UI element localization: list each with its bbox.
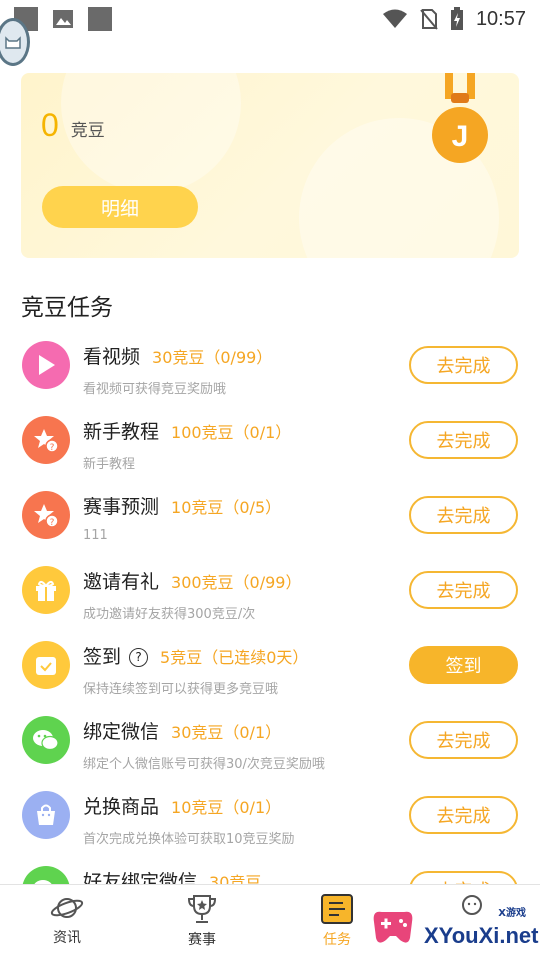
star-question-icon: ? <box>22 416 70 464</box>
medal-icon: J <box>432 73 488 163</box>
tab-matches[interactable]: 赛事 <box>157 893 247 949</box>
watermark-small-text: X游戏 <box>498 908 526 919</box>
gamepad-icon <box>373 911 413 943</box>
tab-label: 赛事 <box>188 932 216 948</box>
trophy-icon <box>187 895 217 923</box>
no-sim-icon <box>420 9 438 30</box>
checkin-button[interactable]: 签到 <box>409 646 518 684</box>
points-card: 0 竞豆 明细 J <box>21 73 519 258</box>
task-item-bind-wechat: 绑定微信 30竞豆（0/1） 绑定个人微信账号可获得30/次竞豆奖励哦 去完成 <box>0 705 540 780</box>
task-item-checkin: 签到? 5竞豆（已连续0天） 保持连续签到可以获得更多竞豆哦 签到 <box>0 630 540 705</box>
medal-letter: J <box>452 120 469 153</box>
task-name: 赛事预测 <box>83 496 160 518</box>
task-complete-button[interactable]: 去完成 <box>409 346 518 384</box>
task-title: 签到? 5竞豆（已连续0天） <box>83 642 308 669</box>
cat-face-icon <box>5 36 21 49</box>
task-description: 绑定个人微信账号可获得30/次竞豆奖励哦 <box>83 757 325 772</box>
svg-text:?: ? <box>50 443 55 453</box>
task-complete-button[interactable]: 去完成 <box>409 496 518 534</box>
task-title: 赛事预测 10竞豆（0/5） <box>83 492 281 519</box>
task-complete-button[interactable]: 去完成 <box>409 871 518 885</box>
task-name: 新手教程 <box>83 421 160 443</box>
shopping-bag-icon <box>22 791 70 839</box>
image-icon <box>53 10 73 28</box>
task-reward: 30竞豆（0/99） <box>152 348 273 367</box>
task-list-icon <box>321 894 353 924</box>
task-reward: 5竞豆（已连续0天） <box>160 648 309 667</box>
play-icon <box>22 341 70 389</box>
help-icon[interactable]: ? <box>129 647 149 667</box>
task-title: 邀请有礼 300竞豆（0/99） <box>83 567 302 594</box>
task-name: 好友绑定微信 <box>83 871 198 885</box>
floating-avatar[interactable] <box>0 18 30 66</box>
task-reward: 300竞豆（0/99） <box>171 573 302 592</box>
watermark-text: XYouXi.net <box>424 923 539 948</box>
task-description: 首次完成兑换体验可获取10竞豆奖励 <box>83 832 295 847</box>
task-name: 邀请有礼 <box>83 571 160 593</box>
task-name: 看视频 <box>83 346 141 368</box>
points-summary: 0 竞豆 <box>41 107 105 144</box>
task-reward: 10竞豆（0/5） <box>171 498 282 517</box>
task-complete-button[interactable]: 去完成 <box>409 571 518 609</box>
status-bar: 10:57 <box>0 0 540 38</box>
task-reward: 100竞豆（0/1） <box>171 423 292 442</box>
battery-charging-icon <box>450 7 463 30</box>
notification-icon <box>88 7 112 31</box>
task-reward: 10竞豆（0/1） <box>171 798 282 817</box>
watermark-logo: XYouXi.net X游戏 <box>368 896 540 960</box>
points-unit: 竞豆 <box>70 121 105 141</box>
task-name: 绑定微信 <box>83 721 160 743</box>
task-title: 好友绑定微信 30竞豆 <box>83 867 261 885</box>
wechat-icon <box>22 716 70 764</box>
tab-label: 任务 <box>323 932 351 948</box>
tab-news[interactable]: 资讯 <box>22 893 112 947</box>
task-description: 新手教程 <box>83 457 136 472</box>
task-description: 111 <box>83 528 108 543</box>
task-description: 保持连续签到可以获得更多竞豆哦 <box>83 682 279 697</box>
detail-button[interactable]: 明细 <box>42 186 198 228</box>
status-notification-icons <box>14 7 112 31</box>
task-description: 看视频可获得竞豆奖励哦 <box>83 382 227 397</box>
star-question-icon: ? <box>22 491 70 539</box>
task-complete-button[interactable]: 去完成 <box>409 721 518 759</box>
section-title: 竞豆任务 <box>21 295 113 321</box>
task-complete-button[interactable]: 去完成 <box>409 796 518 834</box>
task-item-watch-video: 看视频 30竞豆（0/99） 看视频可获得竞豆奖励哦 去完成 <box>0 330 540 405</box>
task-title: 看视频 30竞豆（0/99） <box>83 342 272 369</box>
svg-text:?: ? <box>50 518 55 528</box>
task-name: 兑换商品 <box>83 796 160 818</box>
task-title: 兑换商品 10竞豆（0/1） <box>83 792 281 819</box>
status-time: 10:57 <box>475 7 526 30</box>
task-title: 绑定微信 30竞豆（0/1） <box>83 717 281 744</box>
task-item-invite: 邀请有礼 300竞豆（0/99） 成功邀请好友获得300竞豆/次 去完成 <box>0 555 540 630</box>
task-reward: 30竞豆（0/1） <box>171 723 282 742</box>
gift-icon <box>22 566 70 614</box>
task-item-redeem: 兑换商品 10竞豆（0/1） 首次完成兑换体验可获取10竞豆奖励 去完成 <box>0 780 540 855</box>
planet-icon <box>50 898 84 918</box>
task-title: 新手教程 100竞豆（0/1） <box>83 417 291 444</box>
task-item-prediction: ? 赛事预测 10竞豆（0/5） 111 去完成 <box>0 480 540 555</box>
task-list: 看视频 30竞豆（0/99） 看视频可获得竞豆奖励哦 去完成 ? 新手教程 100竞… <box>0 330 540 885</box>
task-description: 成功邀请好友获得300竞豆/次 <box>83 607 256 622</box>
status-system-icons: 10:57 <box>382 7 526 31</box>
points-value: 0 <box>41 107 59 143</box>
task-item-tutorial: ? 新手教程 100竞豆（0/1） 新手教程 去完成 <box>0 405 540 480</box>
tab-label: 资讯 <box>53 930 81 946</box>
calendar-check-icon <box>22 641 70 689</box>
wechat-icon <box>22 866 70 885</box>
wifi-icon <box>382 9 407 28</box>
task-item-friend-wechat: 好友绑定微信30竞豆 去完成 <box>0 855 540 885</box>
task-complete-button[interactable]: 去完成 <box>409 421 518 459</box>
task-name: 签到 <box>83 646 122 668</box>
